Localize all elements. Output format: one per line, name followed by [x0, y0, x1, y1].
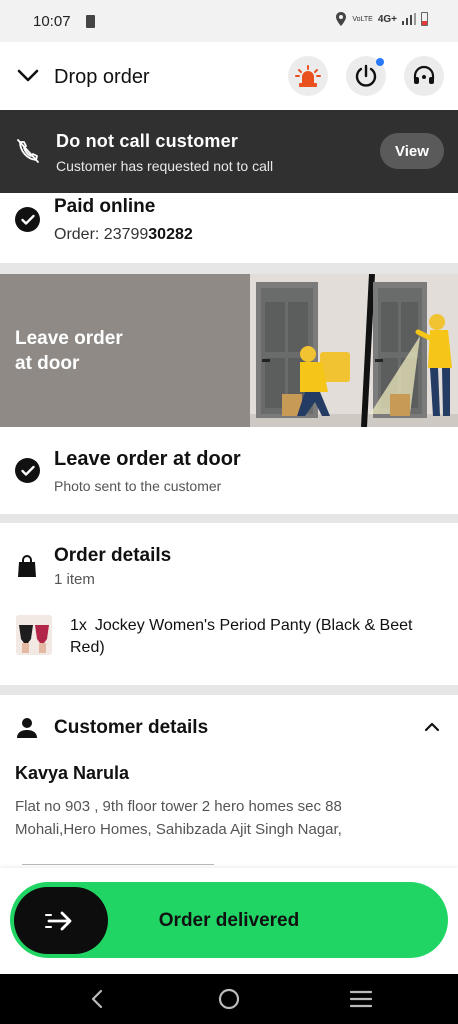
notification-dot	[376, 58, 384, 66]
recents-icon[interactable]	[350, 990, 372, 1008]
section-divider	[0, 685, 458, 695]
address-line-1: Flat no 903 , 9th floor tower 2 hero hom…	[15, 798, 342, 815]
banner-title: Do not call customer	[56, 131, 239, 151]
power-icon	[355, 64, 377, 87]
system-navigation-bar	[0, 974, 458, 1024]
sim-card-icon	[86, 15, 95, 28]
item-name: Jockey Women's Period Panty (Black & Bee…	[70, 617, 413, 656]
status-indicators: VoLTE 4G+	[335, 12, 428, 26]
home-icon[interactable]	[218, 988, 240, 1010]
person-icon	[17, 718, 37, 738]
volte-label: VoLTE	[352, 15, 373, 23]
app-header: Drop order	[0, 42, 458, 110]
delivery-instruction-subtitle: Photo sent to the customer	[54, 478, 222, 494]
order-details-title: Order details	[54, 545, 172, 566]
order-id-suffix: 30282	[148, 226, 193, 243]
shopping-bag-icon	[18, 555, 36, 577]
order-id-prefix: Order: 23799	[54, 226, 149, 243]
chevron-down-icon[interactable]	[16, 64, 40, 88]
delivery-instruction-title: Leave order at door	[54, 448, 241, 470]
location-icon	[336, 12, 347, 26]
product-image	[16, 615, 52, 655]
address-line-2: Mohali,Hero Homes, Sahibzada Ajit Singh …	[15, 821, 342, 838]
view-button[interactable]: View	[380, 133, 444, 169]
status-bar: 10:07 VoLTE 4G+	[0, 0, 458, 42]
support-icon	[413, 65, 435, 84]
order-item: 1x Jockey Women's Period Panty (Black & B…	[70, 615, 450, 659]
order-delivered-label: Order delivered	[158, 910, 300, 931]
slider-knob[interactable]	[14, 887, 108, 954]
item-quantity: 1x	[70, 617, 87, 634]
back-icon[interactable]	[90, 989, 104, 1009]
chevron-up-icon[interactable]	[424, 720, 440, 734]
customer-address: Flat no 903 , 9th floor tower 2 hero hom…	[15, 795, 445, 841]
leave-at-door-illustration: Leave order at door	[0, 274, 458, 427]
do-not-call-banner: Do not call customer Customer has reques…	[0, 110, 458, 193]
instruction-check-icon	[15, 458, 40, 483]
duty-power-button[interactable]	[346, 56, 386, 96]
status-time: 10:07	[33, 13, 71, 30]
banner-subtitle: Customer has requested not to call	[56, 158, 274, 174]
order-item-count: 1 item	[54, 571, 95, 588]
signal-icon	[402, 13, 416, 25]
illustration-caption: Leave order at door	[15, 326, 123, 376]
paid-check-icon	[15, 207, 40, 232]
support-button[interactable]	[404, 56, 444, 96]
order-id: Order: 2379930282	[54, 226, 193, 244]
divider-line	[22, 864, 214, 865]
illustration-caption-line2: at door	[15, 353, 80, 374]
customer-details-title: Customer details	[54, 717, 209, 738]
alarm-icon	[295, 65, 321, 87]
page-title: Drop order	[54, 66, 150, 88]
section-divider	[0, 263, 458, 274]
battery-icon	[421, 12, 428, 26]
illustration-caption-line1: Leave order	[15, 328, 123, 349]
network-type: 4G+	[377, 13, 397, 25]
emergency-alarm-button[interactable]	[288, 56, 328, 96]
customer-name: Kavya Narula	[15, 763, 130, 783]
arrow-right-icon	[45, 911, 72, 930]
product-thumbnail	[16, 615, 52, 655]
no-call-icon	[17, 139, 39, 163]
payment-status: Paid online	[54, 196, 156, 217]
section-divider	[0, 514, 458, 523]
